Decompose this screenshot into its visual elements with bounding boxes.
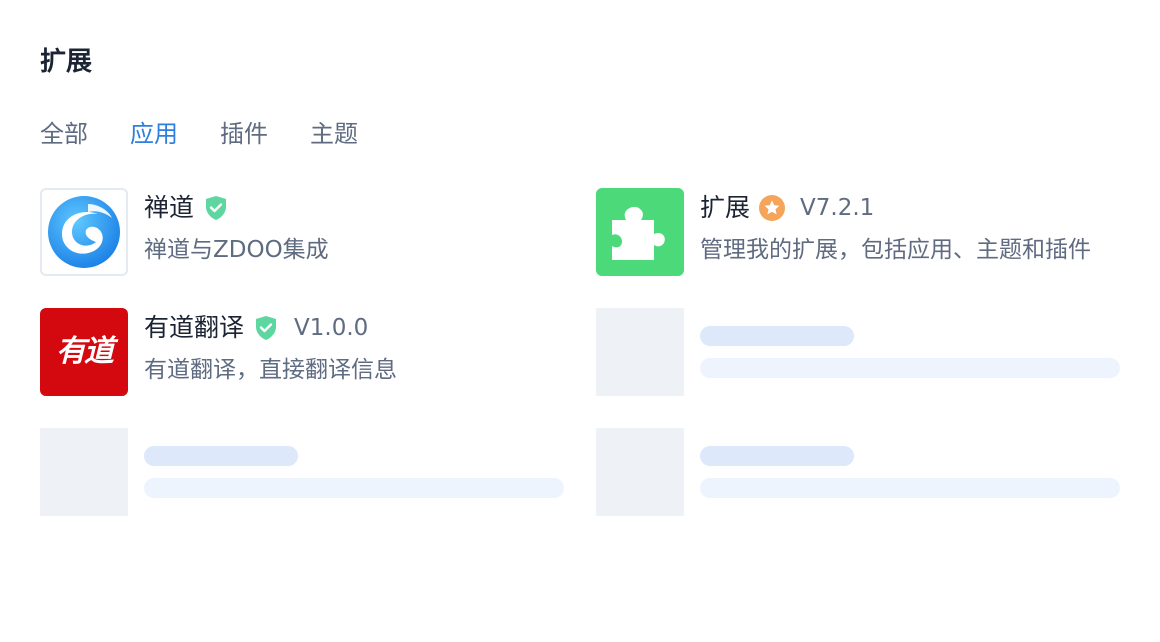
skeleton-icon: [596, 308, 684, 396]
app-name-row: 禅道: [144, 190, 230, 226]
skeleton-title: [700, 446, 854, 466]
zentao-logo-icon: [40, 188, 128, 276]
page-title: 扩展: [40, 47, 93, 77]
category-tabs: 全部 应用 插件 主题: [40, 116, 400, 152]
skeleton-title: [144, 446, 298, 466]
app-card-skeleton: [40, 428, 564, 516]
youdao-logo-text: 有道: [56, 334, 114, 369]
skeleton-icon: [596, 428, 684, 516]
app-card-youdao[interactable]: 有道 有道翻译 V1.0.0 有道翻译，直接翻译信息: [40, 308, 564, 396]
app-card-extension[interactable]: 扩展 V7.2.1 管理我的扩展，包括应用、主题和插件: [596, 188, 1120, 276]
app-description: 禅道与ZDOO集成: [144, 237, 329, 263]
app-name-row: 扩展 V7.2.1: [700, 190, 874, 226]
app-version: V1.0.0: [294, 315, 369, 341]
app-name: 扩展: [700, 193, 751, 222]
skeleton-description: [700, 358, 1120, 378]
app-name: 有道翻译: [144, 313, 245, 342]
app-version: V7.2.1: [800, 195, 875, 221]
skeleton-title: [700, 326, 854, 346]
puzzle-piece-icon: [596, 188, 684, 276]
verified-shield-icon: [202, 194, 230, 222]
verified-shield-icon: [252, 314, 280, 342]
skeleton-description: [700, 478, 1120, 498]
tab-plugins[interactable]: 插件: [220, 116, 268, 152]
skeleton-icon: [40, 428, 128, 516]
app-card-zentao[interactable]: 禅道 禅道与ZDOO集成: [40, 188, 564, 276]
app-card-skeleton: [596, 308, 1120, 396]
app-description: 管理我的扩展，包括应用、主题和插件: [700, 237, 1091, 263]
app-description: 有道翻译，直接翻译信息: [144, 357, 397, 383]
tab-all[interactable]: 全部: [40, 116, 88, 152]
app-card-skeleton: [596, 428, 1120, 516]
youdao-logo-icon: 有道: [40, 308, 128, 396]
skeleton-description: [144, 478, 564, 498]
star-badge-icon: [758, 194, 786, 222]
tab-apps[interactable]: 应用: [130, 116, 178, 152]
app-name-row: 有道翻译 V1.0.0: [144, 310, 368, 346]
tab-themes[interactable]: 主题: [310, 116, 358, 152]
app-name: 禅道: [144, 193, 195, 222]
